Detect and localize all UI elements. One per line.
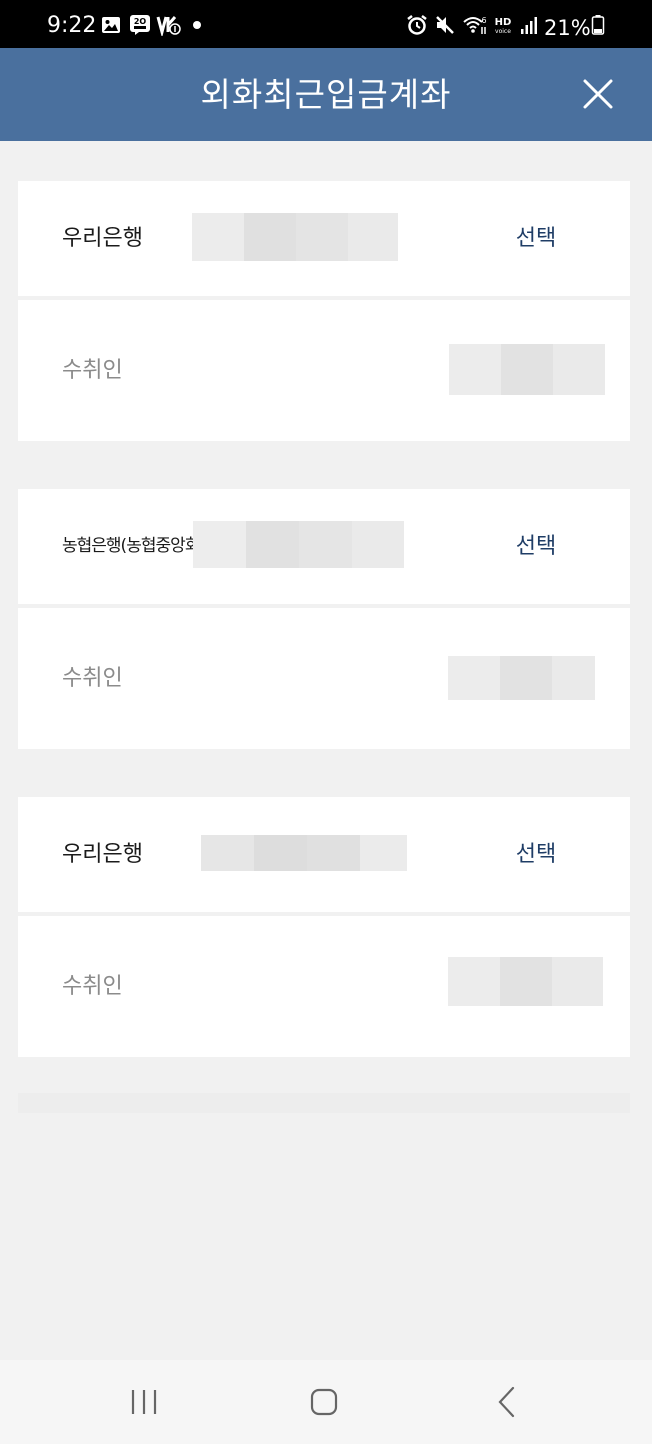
back-icon [498, 1386, 515, 1418]
recipient-label: 수취인 [62, 974, 123, 999]
account-list: 우리은행 선택 수취인 농협은행(농협중앙회) 선택 수취인 우리은행 선택 수… [0, 141, 652, 1360]
account-card: 우리은행 선택 수취인 [18, 797, 630, 1057]
page-title: 외화최근입금계좌 [200, 75, 452, 114]
notification-dot-icon [193, 21, 201, 29]
select-button[interactable]: 선택 [508, 181, 564, 296]
recent-apps-button[interactable] [124, 1382, 164, 1422]
recipient-row: 수취인 [18, 300, 630, 441]
back-button[interactable] [486, 1382, 526, 1422]
masked-account-number [192, 213, 398, 261]
masked-recipient-name [448, 656, 595, 700]
bank-name: 농협은행(농협중앙회) [62, 536, 206, 556]
battery-percent: 21% [544, 16, 591, 40]
home-icon [310, 1388, 338, 1416]
volte-icon [156, 16, 181, 36]
recipient-row: 수취인 [18, 916, 630, 1057]
svg-text:2O: 2O [134, 17, 147, 26]
select-button[interactable]: 선택 [508, 489, 564, 604]
sports-app-icon: 2O [130, 15, 150, 35]
account-card: 우리은행 선택 수취인 [18, 181, 630, 441]
bank-name: 우리은행 [62, 226, 143, 251]
recent-apps-icon [131, 1390, 157, 1414]
app-screen: 9:22 2O 6 HD voice 21% 외화최근입금계좌 우리은행 선택 … [0, 0, 652, 1444]
system-nav-bar [0, 1360, 652, 1444]
recipient-row: 수취인 [18, 608, 630, 749]
account-card: 농협은행(농협중앙회) 선택 수취인 [18, 489, 630, 749]
masked-account-number [193, 521, 404, 568]
svg-text:voice: voice [495, 28, 511, 35]
masked-account-number [201, 835, 407, 871]
account-row: 농협은행(농협중앙회) 선택 [18, 489, 630, 604]
account-row: 우리은행 선택 [18, 797, 630, 912]
masked-recipient-name [449, 344, 605, 395]
mute-icon [436, 16, 454, 34]
battery-icon [591, 15, 605, 35]
app-header: 외화최근입금계좌 [0, 48, 652, 141]
status-bar: 9:22 2O 6 HD voice 21% [0, 0, 652, 48]
close-button[interactable] [578, 74, 618, 114]
wifi-6-icon: 6 [463, 16, 487, 34]
svg-text:6: 6 [481, 16, 486, 25]
recipient-label: 수취인 [62, 358, 123, 383]
list-end-divider [18, 1093, 630, 1113]
alarm-icon [407, 15, 427, 35]
close-icon [583, 79, 613, 109]
svg-text:HD: HD [495, 17, 512, 28]
hd-voice-icon: HD voice [495, 17, 512, 35]
bank-name: 우리은행 [62, 842, 143, 867]
recipient-label: 수취인 [62, 666, 123, 691]
signal-icon [521, 17, 537, 34]
gallery-icon [102, 17, 120, 33]
masked-recipient-name [448, 957, 603, 1006]
account-row: 우리은행 선택 [18, 181, 630, 296]
status-time: 9:22 [47, 13, 97, 38]
home-button[interactable] [304, 1382, 344, 1422]
select-button[interactable]: 선택 [508, 797, 564, 912]
